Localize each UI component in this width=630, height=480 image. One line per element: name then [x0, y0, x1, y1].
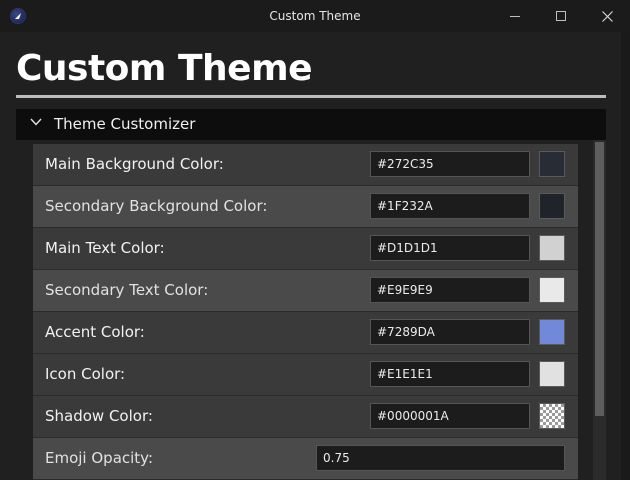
setting-row-secondary-background: Secondary Background Color:	[33, 186, 578, 228]
setting-label: Main Text Color:	[45, 239, 165, 257]
emoji-opacity-input[interactable]	[316, 445, 565, 471]
maximize-button[interactable]	[538, 0, 584, 32]
maximize-icon	[556, 11, 566, 21]
theme-customizer-expander[interactable]: Theme Customizer	[16, 109, 606, 140]
setting-row-emoji-opacity: Emoji Opacity:	[33, 438, 578, 480]
main-background-color-input[interactable]	[370, 151, 530, 177]
setting-label: Icon Color:	[45, 365, 126, 383]
page-content: Custom Theme Theme Customizer Main Backg…	[0, 32, 630, 480]
minimize-button[interactable]	[492, 0, 538, 32]
setting-row-main-text: Main Text Color:	[33, 228, 578, 270]
title-divider	[16, 95, 606, 98]
icon-color-swatch[interactable]	[539, 361, 565, 387]
main-text-color-input[interactable]	[370, 235, 530, 261]
setting-label: Secondary Text Color:	[45, 281, 209, 299]
window-scrollbar[interactable]	[621, 32, 630, 480]
secondary-background-color-swatch[interactable]	[539, 193, 565, 219]
accent-color-input[interactable]	[370, 319, 530, 345]
accent-color-swatch[interactable]	[539, 319, 565, 345]
setting-label: Secondary Background Color:	[45, 197, 268, 215]
settings-scrollbar-thumb[interactable]	[595, 142, 604, 416]
shadow-color-input[interactable]	[370, 403, 530, 429]
setting-row-shadow: Shadow Color:	[33, 396, 578, 438]
shadow-color-swatch[interactable]	[539, 403, 565, 429]
setting-label: Emoji Opacity:	[45, 449, 154, 467]
setting-row-icon: Icon Color:	[33, 354, 578, 396]
setting-label: Accent Color:	[45, 323, 145, 341]
setting-row-secondary-text: Secondary Text Color:	[33, 270, 578, 312]
close-icon	[601, 10, 613, 22]
title-bar[interactable]: Custom Theme	[0, 0, 630, 32]
expander-label: Theme Customizer	[54, 115, 196, 133]
icon-color-input[interactable]	[370, 361, 530, 387]
setting-label: Shadow Color:	[45, 407, 153, 425]
minimize-icon	[510, 16, 520, 17]
main-text-color-swatch[interactable]	[539, 235, 565, 261]
setting-row-accent: Accent Color:	[33, 312, 578, 354]
secondary-background-color-input[interactable]	[370, 193, 530, 219]
close-button[interactable]	[584, 0, 630, 32]
setting-row-main-background: Main Background Color:	[33, 144, 578, 186]
app-window: Custom Theme Custom Theme Theme Customiz…	[0, 0, 630, 480]
secondary-text-color-input[interactable]	[370, 277, 530, 303]
secondary-text-color-swatch[interactable]	[539, 277, 565, 303]
main-background-color-swatch[interactable]	[539, 151, 565, 177]
settings-list: Main Background Color: Secondary Backgro…	[33, 144, 578, 480]
setting-label: Main Background Color:	[45, 155, 224, 173]
chevron-down-icon	[30, 118, 42, 126]
page-title: Custom Theme	[16, 48, 313, 89]
